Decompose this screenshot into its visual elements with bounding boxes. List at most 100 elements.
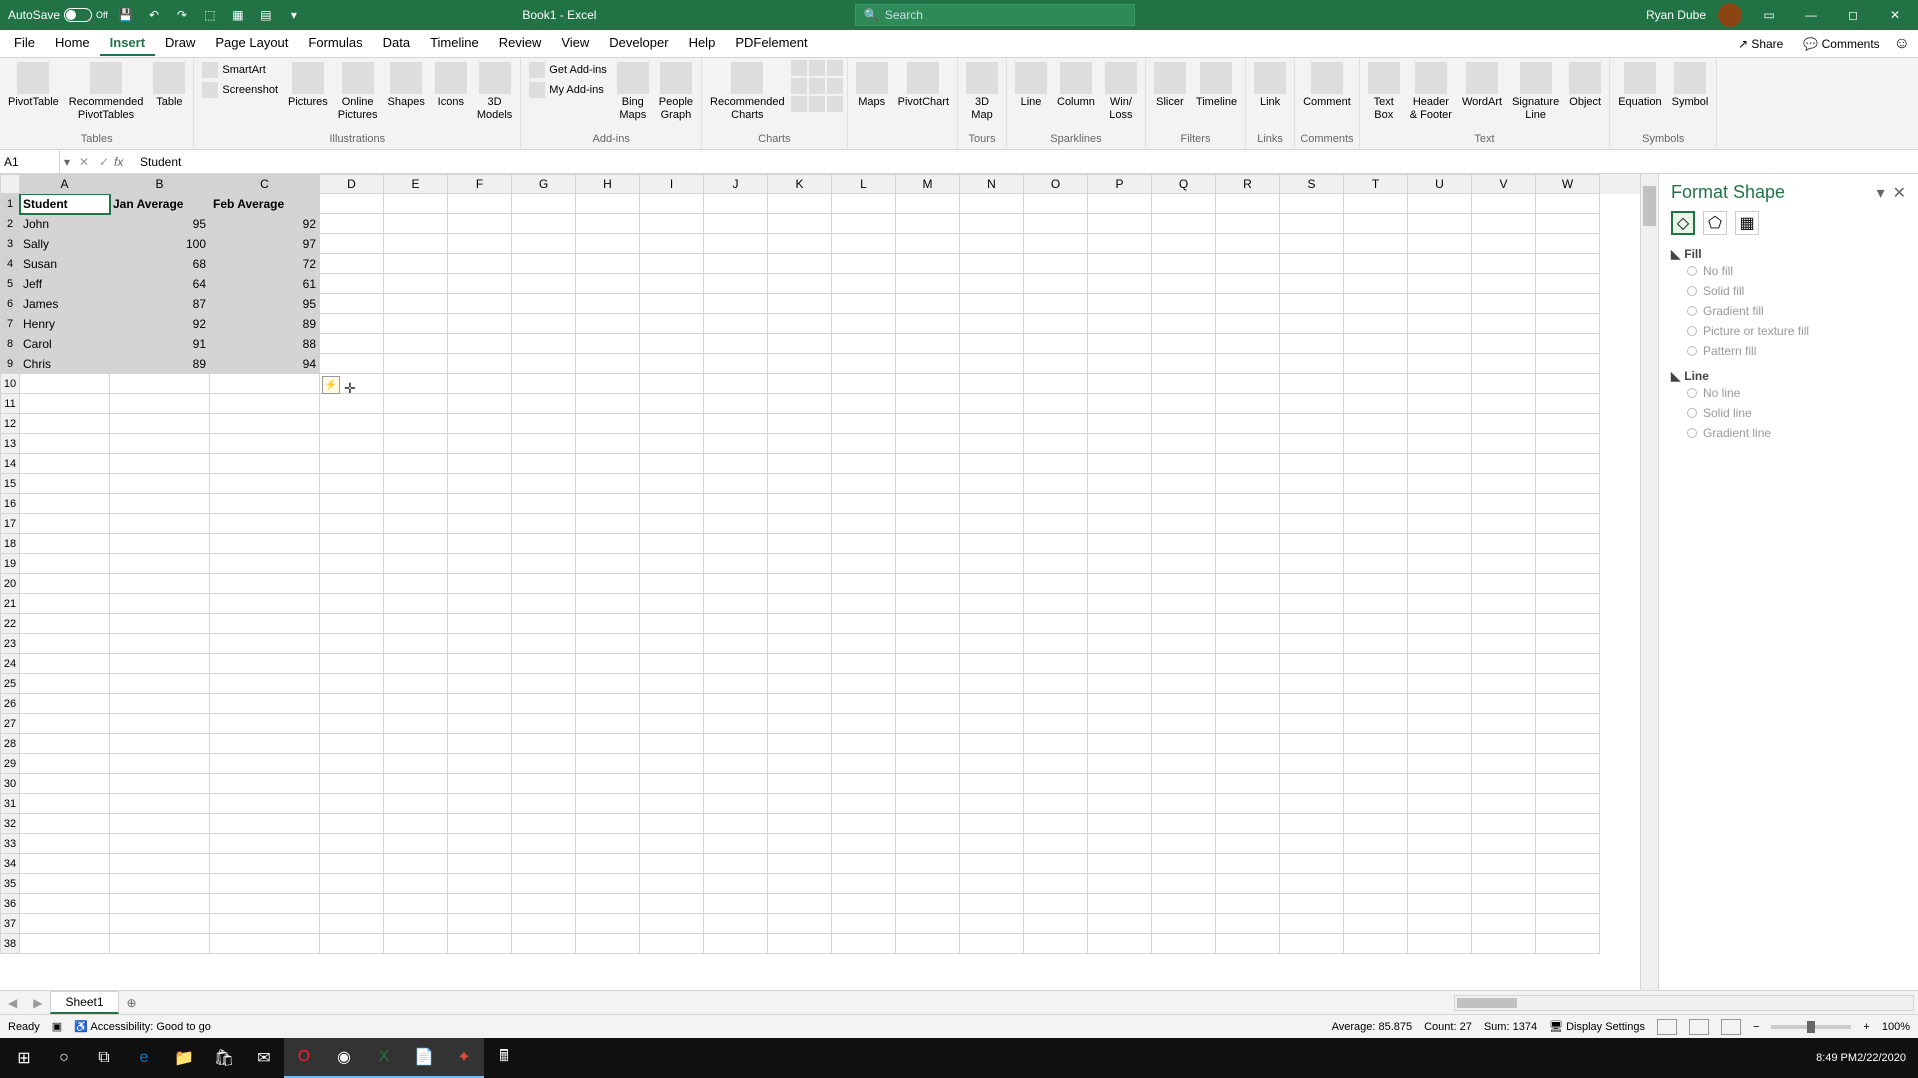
cell-L16[interactable]: [832, 494, 896, 514]
cell-E18[interactable]: [384, 534, 448, 554]
cell-T31[interactable]: [1344, 794, 1408, 814]
page-break-view-icon[interactable]: [1721, 1019, 1741, 1035]
cell-R2[interactable]: [1216, 214, 1280, 234]
cell-B14[interactable]: [110, 454, 210, 474]
cell-A8[interactable]: Carol: [20, 334, 110, 354]
cell-G1[interactable]: [512, 194, 576, 214]
cell-W37[interactable]: [1536, 914, 1600, 934]
cell-O6[interactable]: [1024, 294, 1088, 314]
cell-K5[interactable]: [768, 274, 832, 294]
cell-L2[interactable]: [832, 214, 896, 234]
cell-G21[interactable]: [512, 594, 576, 614]
cell-H20[interactable]: [576, 574, 640, 594]
cell-F32[interactable]: [448, 814, 512, 834]
cell-D33[interactable]: [320, 834, 384, 854]
object-button[interactable]: Object: [1565, 60, 1605, 111]
cell-T7[interactable]: [1344, 314, 1408, 334]
bing-maps-button[interactable]: BingMaps: [613, 60, 653, 124]
cell-F10[interactable]: [448, 374, 512, 394]
cell-B22[interactable]: [110, 614, 210, 634]
cell-R16[interactable]: [1216, 494, 1280, 514]
cell-I17[interactable]: [640, 514, 704, 534]
cell-P10[interactable]: [1088, 374, 1152, 394]
cell-V22[interactable]: [1472, 614, 1536, 634]
cell-C23[interactable]: [210, 634, 320, 654]
cell-Q29[interactable]: [1152, 754, 1216, 774]
cell-I32[interactable]: [640, 814, 704, 834]
column-header-S[interactable]: S: [1280, 174, 1344, 194]
cell-L31[interactable]: [832, 794, 896, 814]
cell-V4[interactable]: [1472, 254, 1536, 274]
cell-G12[interactable]: [512, 414, 576, 434]
cell-A29[interactable]: [20, 754, 110, 774]
row-header-9[interactable]: 9: [0, 354, 20, 374]
cell-P8[interactable]: [1088, 334, 1152, 354]
qat-customize-icon[interactable]: ▾: [284, 5, 304, 25]
column-header-L[interactable]: L: [832, 174, 896, 194]
cell-M27[interactable]: [896, 714, 960, 734]
cell-S15[interactable]: [1280, 474, 1344, 494]
cell-B34[interactable]: [110, 854, 210, 874]
cell-J25[interactable]: [704, 674, 768, 694]
cell-E13[interactable]: [384, 434, 448, 454]
cell-K17[interactable]: [768, 514, 832, 534]
cell-H8[interactable]: [576, 334, 640, 354]
cell-P3[interactable]: [1088, 234, 1152, 254]
cell-T4[interactable]: [1344, 254, 1408, 274]
cell-O17[interactable]: [1024, 514, 1088, 534]
cell-V12[interactable]: [1472, 414, 1536, 434]
cell-U11[interactable]: [1408, 394, 1472, 414]
cell-L12[interactable]: [832, 414, 896, 434]
cell-G29[interactable]: [512, 754, 576, 774]
user-avatar[interactable]: [1718, 3, 1742, 27]
cell-P18[interactable]: [1088, 534, 1152, 554]
zoom-slider[interactable]: [1771, 1025, 1851, 1029]
cell-J36[interactable]: [704, 894, 768, 914]
row-header-28[interactable]: 28: [0, 734, 20, 754]
cell-N17[interactable]: [960, 514, 1024, 534]
cell-S12[interactable]: [1280, 414, 1344, 434]
cell-E32[interactable]: [384, 814, 448, 834]
cell-S7[interactable]: [1280, 314, 1344, 334]
cell-W14[interactable]: [1536, 454, 1600, 474]
cell-H27[interactable]: [576, 714, 640, 734]
cell-K33[interactable]: [768, 834, 832, 854]
cell-K19[interactable]: [768, 554, 832, 574]
effects-tab-icon[interactable]: ⬠: [1703, 211, 1727, 235]
cell-F8[interactable]: [448, 334, 512, 354]
maps-button[interactable]: Maps: [852, 60, 892, 111]
column-header-I[interactable]: I: [640, 174, 704, 194]
cell-B4[interactable]: 68: [110, 254, 210, 274]
cell-T24[interactable]: [1344, 654, 1408, 674]
cell-K11[interactable]: [768, 394, 832, 414]
cell-L17[interactable]: [832, 514, 896, 534]
cell-Q10[interactable]: [1152, 374, 1216, 394]
cell-S33[interactable]: [1280, 834, 1344, 854]
cell-H9[interactable]: [576, 354, 640, 374]
cell-R11[interactable]: [1216, 394, 1280, 414]
chart-type-icon[interactable]: [809, 78, 825, 94]
cell-W34[interactable]: [1536, 854, 1600, 874]
cell-K32[interactable]: [768, 814, 832, 834]
cell-J6[interactable]: [704, 294, 768, 314]
cell-W36[interactable]: [1536, 894, 1600, 914]
cell-E31[interactable]: [384, 794, 448, 814]
cell-K21[interactable]: [768, 594, 832, 614]
cell-B18[interactable]: [110, 534, 210, 554]
cell-S9[interactable]: [1280, 354, 1344, 374]
smartart-button[interactable]: SmartArt: [198, 60, 282, 80]
cell-F30[interactable]: [448, 774, 512, 794]
cell-J7[interactable]: [704, 314, 768, 334]
cell-G36[interactable]: [512, 894, 576, 914]
cell-G5[interactable]: [512, 274, 576, 294]
search-box[interactable]: 🔍 Search: [855, 4, 1135, 26]
system-time[interactable]: 8:49 PM: [1816, 1052, 1857, 1064]
cell-U28[interactable]: [1408, 734, 1472, 754]
cell-G27[interactable]: [512, 714, 576, 734]
cell-G34[interactable]: [512, 854, 576, 874]
cell-O25[interactable]: [1024, 674, 1088, 694]
row-header-11[interactable]: 11: [0, 394, 20, 414]
cell-A9[interactable]: Chris: [20, 354, 110, 374]
cell-S4[interactable]: [1280, 254, 1344, 274]
people-graph-button[interactable]: PeopleGraph: [655, 60, 697, 124]
